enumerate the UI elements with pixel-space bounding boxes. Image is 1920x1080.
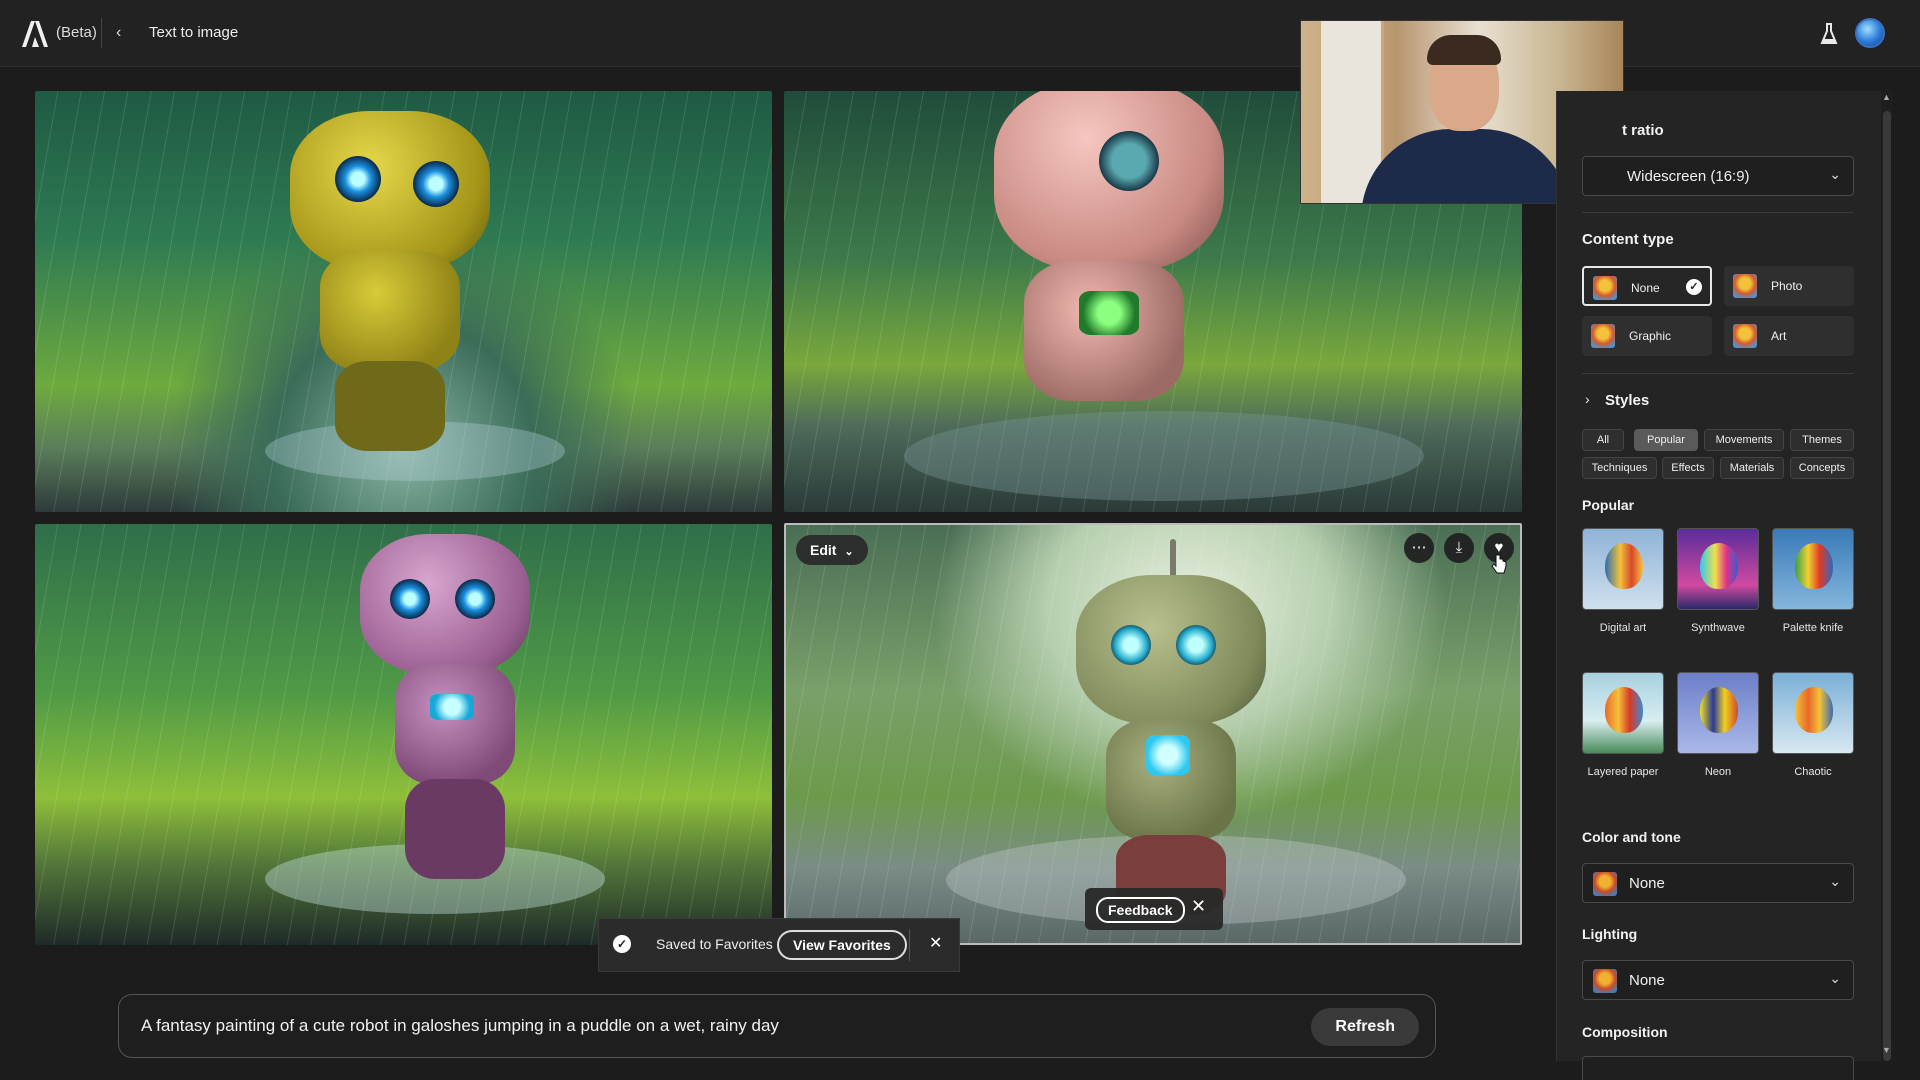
style-card-palette-knife[interactable]: Palette knife [1772, 528, 1854, 634]
content-type-label: Art [1771, 329, 1787, 343]
style-label: Synthwave [1691, 622, 1745, 634]
color-tone-heading: Color and tone [1582, 829, 1681, 845]
adobe-logo-icon[interactable] [22, 21, 48, 47]
scroll-thumb[interactable] [1883, 111, 1891, 1061]
style-card-layered-paper[interactable]: Layered paper [1582, 672, 1664, 778]
generated-image-4[interactable]: Edit ⌄ ⋯ ⤓ ♥ [784, 523, 1522, 945]
composition-heading: Composition [1582, 1024, 1668, 1040]
style-tab-movements[interactable]: Movements [1704, 429, 1784, 451]
chevron-down-icon: ⌄ [1829, 166, 1841, 182]
style-label: Layered paper [1587, 766, 1659, 778]
style-thumbnail [1582, 672, 1664, 754]
generated-image-1[interactable] [35, 91, 772, 512]
style-thumbnail [1582, 528, 1664, 610]
content-type-label: Graphic [1629, 329, 1672, 343]
chevron-down-icon: ⌄ [1829, 873, 1841, 889]
styles-heading[interactable]: Styles [1605, 392, 1649, 409]
content-type-heading: Content type [1582, 231, 1674, 248]
style-tab-effects[interactable]: Effects [1662, 457, 1714, 479]
divider [1582, 373, 1854, 374]
checkmark-icon: ✓ [613, 935, 631, 953]
chevron-down-icon: ⌄ [844, 546, 854, 558]
style-label: Chaotic [1794, 766, 1832, 778]
saved-toast: ✓ Saved to Favorites View Favorites ✕ [598, 918, 960, 972]
divider [1582, 212, 1854, 213]
style-label: Neon [1704, 766, 1732, 778]
balloon-thumbnail [1593, 969, 1617, 993]
content-type-graphic[interactable]: Graphic [1582, 316, 1712, 356]
style-thumbnail [1772, 528, 1854, 610]
toast-message: Saved to Favorites [656, 936, 773, 952]
graphic-thumbnail [1591, 324, 1615, 348]
feedback-bar: Feedback ✕ [1085, 888, 1223, 930]
photo-thumbnail [1733, 274, 1757, 298]
refresh-button[interactable]: Refresh [1311, 1008, 1419, 1046]
prompt-input[interactable]: A fantasy painting of a cute robot in ga… [118, 994, 1436, 1058]
aspect-ratio-heading: t ratio [1622, 122, 1664, 139]
avatar[interactable] [1855, 18, 1885, 48]
style-label: Palette knife [1782, 622, 1844, 634]
style-card-chaotic[interactable]: Chaotic [1772, 672, 1854, 778]
divider [909, 929, 910, 961]
style-card-neon[interactable]: Neon [1677, 672, 1759, 778]
chevron-left-icon[interactable]: ‹ [116, 24, 132, 42]
style-tab-popular[interactable]: Popular [1634, 429, 1698, 451]
more-options-icon[interactable]: ⋯ [1404, 533, 1434, 563]
scrollbar[interactable] [1881, 91, 1893, 1061]
lighting-value: None [1629, 972, 1665, 989]
color-tone-select[interactable]: None ⌄ [1582, 863, 1854, 903]
none-thumbnail [1593, 276, 1617, 300]
content-type-none[interactable]: None ✓ [1582, 266, 1712, 306]
content-type-label: Photo [1771, 279, 1803, 293]
download-icon[interactable]: ⤓ [1444, 533, 1474, 563]
style-card-synthwave[interactable]: Synthwave [1677, 528, 1759, 634]
lighting-select[interactable]: None ⌄ [1582, 960, 1854, 1000]
divider [101, 18, 102, 48]
lighting-heading: Lighting [1582, 926, 1638, 942]
content-type-label: None [1631, 281, 1660, 295]
aspect-ratio-select[interactable]: Widescreen (16:9) ⌄ [1582, 156, 1854, 196]
composition-select[interactable] [1582, 1056, 1854, 1080]
style-thumbnail [1677, 528, 1759, 610]
checkmark-icon: ✓ [1686, 279, 1702, 295]
cursor-icon [1491, 554, 1507, 574]
edit-label: Edit [810, 542, 837, 558]
beta-label: (Beta) [56, 24, 97, 41]
close-icon[interactable]: ✕ [929, 933, 942, 953]
style-thumbnail [1772, 672, 1854, 754]
chevron-down-icon: ⌄ [1829, 970, 1841, 986]
aspect-ratio-value: Widescreen (16:9) [1627, 168, 1750, 185]
feedback-button[interactable]: Feedback [1096, 897, 1185, 923]
style-thumbnail [1677, 672, 1759, 754]
color-tone-value: None [1629, 875, 1665, 892]
top-bar: (Beta) ‹ Text to image [0, 0, 1920, 67]
scroll-up-icon[interactable]: ▲ [1882, 92, 1891, 102]
generated-image-3[interactable] [35, 524, 772, 945]
content-type-art[interactable]: Art [1724, 316, 1854, 356]
style-tab-materials[interactable]: Materials [1720, 457, 1784, 479]
popular-heading: Popular [1582, 497, 1635, 513]
style-tab-themes[interactable]: Themes [1790, 429, 1854, 451]
scroll-down-icon[interactable]: ▼ [1882, 1045, 1891, 1055]
edit-dropdown-button[interactable]: Edit ⌄ [796, 535, 868, 565]
content-type-photo[interactable]: Photo [1724, 266, 1854, 306]
style-tab-techniques[interactable]: Techniques [1582, 457, 1657, 479]
view-favorites-button[interactable]: View Favorites [777, 930, 907, 960]
prompt-text[interactable]: A fantasy painting of a cute robot in ga… [141, 1016, 779, 1036]
style-label: Digital art [1599, 622, 1647, 634]
style-card-digital-art[interactable]: Digital art [1582, 528, 1664, 634]
flask-icon[interactable] [1819, 22, 1839, 46]
breadcrumb: Text to image [149, 24, 239, 41]
close-icon[interactable]: ✕ [1191, 896, 1206, 917]
style-tab-concepts[interactable]: Concepts [1790, 457, 1854, 479]
chevron-right-icon[interactable]: › [1585, 391, 1590, 407]
art-thumbnail [1733, 324, 1757, 348]
balloon-thumbnail [1593, 872, 1617, 896]
style-tab-all[interactable]: All [1582, 429, 1624, 451]
